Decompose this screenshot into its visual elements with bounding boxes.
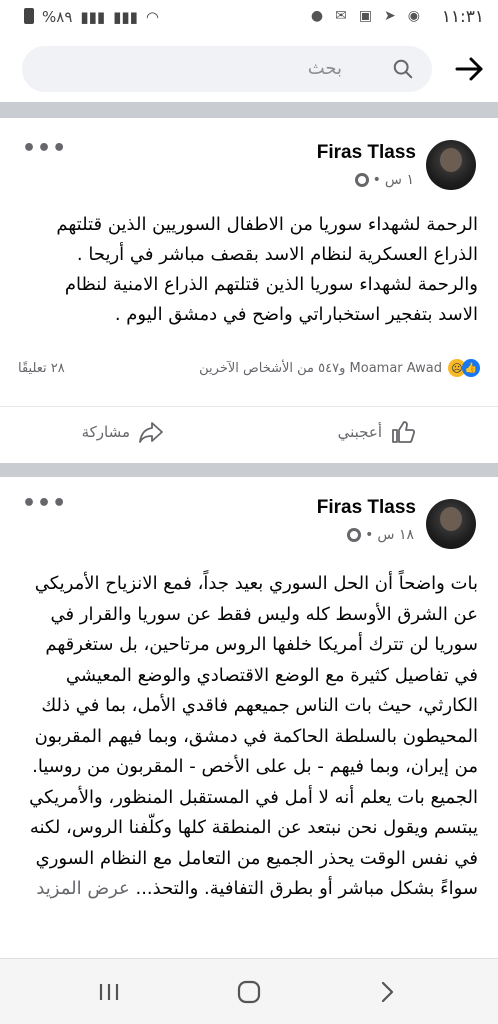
battery-icon: [24, 8, 34, 24]
reactions-left: ☹ 👍 Moamar Awad و٥٤٧ من الأشخاص الآخرين: [199, 359, 480, 377]
search-header: بحث: [0, 36, 498, 102]
signal-icon: ▮▮▮: [80, 8, 106, 26]
clock: ١١:٣١: [441, 7, 484, 27]
signal-icon-2: ▮▮▮: [113, 8, 138, 26]
post-card: Firas Tlass ١ س • ••• الرحمة لشهداء سوري…: [0, 118, 498, 463]
like-reaction-icon: 👍: [462, 359, 480, 377]
thumbs-up-icon: [392, 421, 416, 443]
search-placeholder: بحث: [307, 58, 342, 79]
battery-percent: %٨٩: [42, 8, 73, 26]
post-paragraph: الجميع بات يعلم أنه لا أمل في المستقبل ا…: [20, 783, 478, 905]
see-more-link[interactable]: عرض المزيد: [36, 878, 129, 899]
status-bar: %٨٩ ▮▮▮ ▮▮▮ ◠ ● ✉ ▣ ➤ ◉ ١١:٣١: [0, 0, 498, 36]
share-icon: [139, 422, 163, 443]
post-meta: ١ س •: [354, 172, 414, 188]
reactions-count: Moamar Awad و٥٤٧ من الأشخاص الآخرين: [199, 360, 442, 376]
search-input[interactable]: بحث: [22, 46, 432, 92]
notification-icons: ● ✉ ▣ ➤ ◉: [311, 8, 420, 24]
like-button[interactable]: أعجبني: [338, 419, 416, 445]
home-icon[interactable]: [236, 979, 262, 1005]
globe-icon: [354, 173, 369, 187]
share-button[interactable]: مشاركة: [82, 419, 164, 445]
post-paragraph: بات واضحاً أن الحل السوري بعيد جداً، فمع…: [32, 573, 478, 777]
avatar[interactable]: [426, 499, 476, 549]
feed-divider: [0, 102, 498, 118]
like-label: أعجبني: [337, 423, 382, 441]
post-time[interactable]: ١٨ س: [377, 527, 414, 543]
post-body: بات واضحاً أن الحل السوري بعيد جداً، فمع…: [20, 569, 478, 905]
post-actions: أعجبني مشاركة: [0, 406, 498, 456]
meta-separator: •: [372, 172, 381, 188]
post-author[interactable]: Firas Tlass: [317, 497, 416, 519]
recents-icon[interactable]: [96, 979, 122, 1005]
image-icon: ▣: [358, 8, 373, 24]
system-nav-bar: [0, 958, 498, 1024]
nav-back-icon[interactable]: [374, 979, 400, 1005]
share-label: مشاركة: [81, 423, 130, 441]
comments-count[interactable]: ٢٨ تعليقًا: [18, 361, 65, 376]
post-card: Firas Tlass ١٨ س • ••• بات واضحاً أن الح…: [0, 477, 498, 958]
reaction-icons: ☹ 👍: [448, 359, 480, 377]
feed-divider: [0, 463, 498, 477]
mail-icon: ✉: [335, 8, 347, 24]
wifi-icon: ◠: [145, 8, 160, 26]
globe-icon: [347, 528, 362, 542]
post-paragraph: الرحمة لشهداء سوريا من الاطفال السوريين …: [56, 214, 478, 265]
more-horizontal-icon[interactable]: •••: [22, 491, 67, 516]
dot-icon: ●: [310, 8, 324, 24]
messenger-icon: ◉: [407, 8, 420, 24]
status-left-icons: %٨٩ ▮▮▮ ▮▮▮ ◠: [24, 8, 159, 26]
telegram-icon: ➤: [384, 8, 396, 24]
post-meta: ١٨ س •: [347, 527, 414, 543]
post-body: الرحمة لشهداء سوريا من الاطفال السوريين …: [20, 210, 478, 330]
post-time[interactable]: ١ س: [385, 172, 414, 188]
back-arrow-icon[interactable]: [454, 54, 484, 84]
meta-separator: •: [365, 527, 374, 543]
more-horizontal-icon[interactable]: •••: [22, 136, 67, 161]
avatar[interactable]: [426, 140, 476, 190]
post-author[interactable]: Firas Tlass: [317, 142, 416, 164]
search-icon: [393, 59, 413, 79]
reactions-summary[interactable]: ☹ 👍 Moamar Awad و٥٤٧ من الأشخاص الآخرين …: [18, 354, 480, 382]
post-paragraph: والرحمة لشهداء سوريا الذين قتلتهم الذراع…: [64, 274, 478, 325]
